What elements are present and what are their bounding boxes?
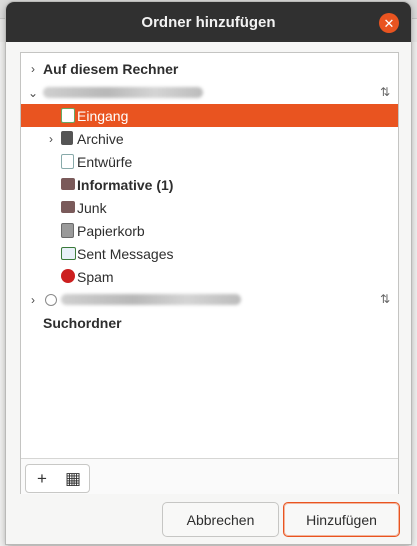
folder-options-button[interactable]: ▦ xyxy=(57,464,90,493)
tree-row-sent[interactable]: Sent Messages xyxy=(21,242,398,265)
close-button[interactable]: ✕ xyxy=(379,13,399,33)
folder-label: Junk xyxy=(77,199,107,216)
plus-icon: + xyxy=(37,468,47,488)
inbox-icon xyxy=(61,108,75,123)
folder-label: Eingang xyxy=(77,107,129,124)
cancel-button[interactable]: Abbrechen xyxy=(162,502,279,537)
sync-icon: ⇅ xyxy=(379,85,390,99)
tree-row-inbox[interactable]: Eingang xyxy=(21,104,398,127)
tree-toolbar: + ▦ xyxy=(21,458,398,494)
folder-label: Sent Messages xyxy=(77,245,174,262)
folder-label: Papierkorb xyxy=(77,222,145,239)
dialog-title: Ordner hinzufügen xyxy=(141,13,276,31)
folder-label: Archive xyxy=(77,130,124,147)
folder-label: Informative (1) xyxy=(77,176,174,193)
archive-icon xyxy=(61,131,73,145)
cancel-button-label: Abbrechen xyxy=(186,511,255,528)
account-status-icon xyxy=(45,294,57,306)
blurred-account-name xyxy=(43,87,203,98)
close-icon: ✕ xyxy=(383,15,395,31)
folder-tree: › Auf diesem Rechner ⌄ ⇅ Eingang › Archi… xyxy=(21,53,398,458)
tree-row-informative[interactable]: Informative (1) xyxy=(21,173,398,196)
tree-row-account[interactable]: ⌄ ⇅ xyxy=(21,81,398,104)
folder-label: Spam xyxy=(77,268,114,285)
spam-icon xyxy=(61,269,75,283)
sync-icon: ⇅ xyxy=(379,292,390,306)
add-folder-dialog: Ordner hinzufügen ✕ › Auf diesem Rechner… xyxy=(6,2,411,544)
chevron-right-icon[interactable]: › xyxy=(27,62,39,76)
add-button[interactable]: Hinzufügen xyxy=(283,502,400,537)
search-folders-label: Suchordner xyxy=(43,314,122,331)
chevron-down-icon[interactable]: ⌄ xyxy=(27,86,39,100)
tree-row-local[interactable]: › Auf diesem Rechner xyxy=(21,57,398,80)
trash-icon xyxy=(61,223,74,238)
folder-tree-panel: › Auf diesem Rechner ⌄ ⇅ Eingang › Archi… xyxy=(20,52,399,494)
tree-row-drafts[interactable]: Entwürfe xyxy=(21,150,398,173)
add-button-label: Hinzufügen xyxy=(306,511,377,528)
sent-icon xyxy=(61,247,76,260)
local-account-label: Auf diesem Rechner xyxy=(43,60,179,77)
chevron-right-icon[interactable]: › xyxy=(27,293,39,307)
tree-row-account-2[interactable]: › ⇅ xyxy=(21,288,398,311)
folder-icon xyxy=(61,178,75,190)
tree-row-archive[interactable]: › Archive xyxy=(21,127,398,150)
tree-row-search-folders[interactable]: Suchordner xyxy=(21,311,398,334)
dialog-titlebar: Ordner hinzufügen ✕ xyxy=(6,2,411,42)
add-folder-button[interactable]: + xyxy=(25,464,59,493)
blurred-account-name xyxy=(61,294,241,305)
tree-row-trash[interactable]: Papierkorb xyxy=(21,219,398,242)
grid-icon: ▦ xyxy=(64,468,82,488)
folder-icon xyxy=(61,201,75,213)
tree-row-junk[interactable]: Junk xyxy=(21,196,398,219)
chevron-right-icon[interactable]: › xyxy=(45,132,57,146)
drafts-icon xyxy=(61,154,74,169)
tree-row-spam[interactable]: Spam xyxy=(21,265,398,288)
folder-label: Entwürfe xyxy=(77,153,133,170)
